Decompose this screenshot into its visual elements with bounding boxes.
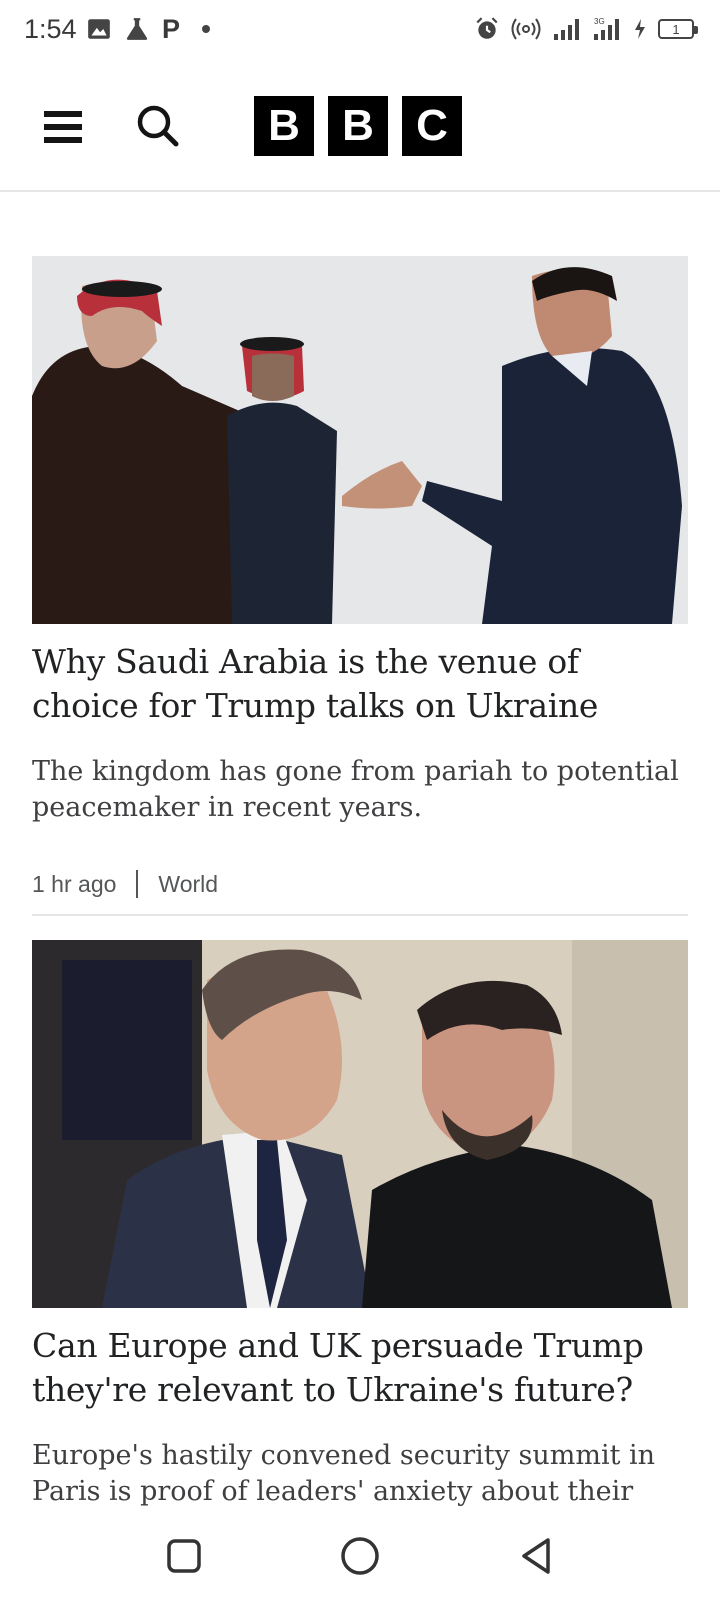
search-icon: [137, 105, 179, 147]
logo-letter: C: [402, 96, 462, 156]
dot-icon: [202, 25, 211, 33]
hotspot-icon: [511, 18, 541, 40]
article-summary: The kingdom has gone from pariah to pote…: [32, 756, 679, 823]
search-button[interactable]: [134, 102, 184, 152]
back-button[interactable]: [506, 1526, 566, 1586]
recents-button[interactable]: [154, 1526, 214, 1586]
signal-3g-icon: 3G: [594, 17, 619, 40]
image-icon: [88, 19, 110, 39]
hamburger-menu-icon: [44, 111, 82, 143]
article-meta: 1 hr ago World: [32, 870, 688, 898]
p-icon: P: [162, 14, 181, 44]
article-headline[interactable]: Why Saudi Arabia is the venue of choice …: [32, 640, 688, 728]
news-photo: [32, 256, 688, 624]
article-image[interactable]: [32, 940, 688, 1308]
meta-divider: [136, 870, 139, 898]
status-bar: 1:54 P 3G 1: [0, 0, 720, 64]
battery-icon: 1: [658, 19, 698, 39]
battery-level: 1: [672, 21, 680, 37]
flask-icon: [126, 18, 148, 40]
home-button[interactable]: [330, 1526, 390, 1586]
logo-letter: B: [328, 96, 388, 156]
system-nav-bar: [0, 1508, 720, 1600]
charging-icon: [635, 19, 645, 39]
system-icons: 3G 1: [474, 16, 698, 42]
back-triangle-icon: [522, 1538, 550, 1574]
svg-text:3G: 3G: [594, 17, 605, 26]
home-circle-icon: [341, 1537, 379, 1575]
signal-icon: [554, 19, 579, 40]
article-image[interactable]: [32, 256, 688, 624]
status-time: 1:54: [24, 14, 77, 44]
news-photo: [32, 940, 688, 1308]
article-section[interactable]: World: [158, 871, 218, 898]
article-divider: [32, 914, 688, 916]
article-timestamp: 1 hr ago: [32, 870, 117, 897]
alarm-icon: [476, 17, 498, 39]
article-headline[interactable]: Can Europe and UK persuade Trump they're…: [32, 1324, 688, 1412]
notification-icons: P: [86, 14, 211, 44]
recents-square-icon: [167, 1539, 201, 1573]
menu-button[interactable]: [40, 104, 86, 150]
article-card[interactable]: Can Europe and UK persuade Trump they're…: [32, 940, 688, 1546]
site-header: B B C: [0, 64, 720, 192]
logo-letter: B: [254, 96, 314, 156]
article-card[interactable]: Why Saudi Arabia is the venue of choice …: [32, 256, 688, 916]
bbc-logo[interactable]: B B C: [254, 96, 462, 156]
